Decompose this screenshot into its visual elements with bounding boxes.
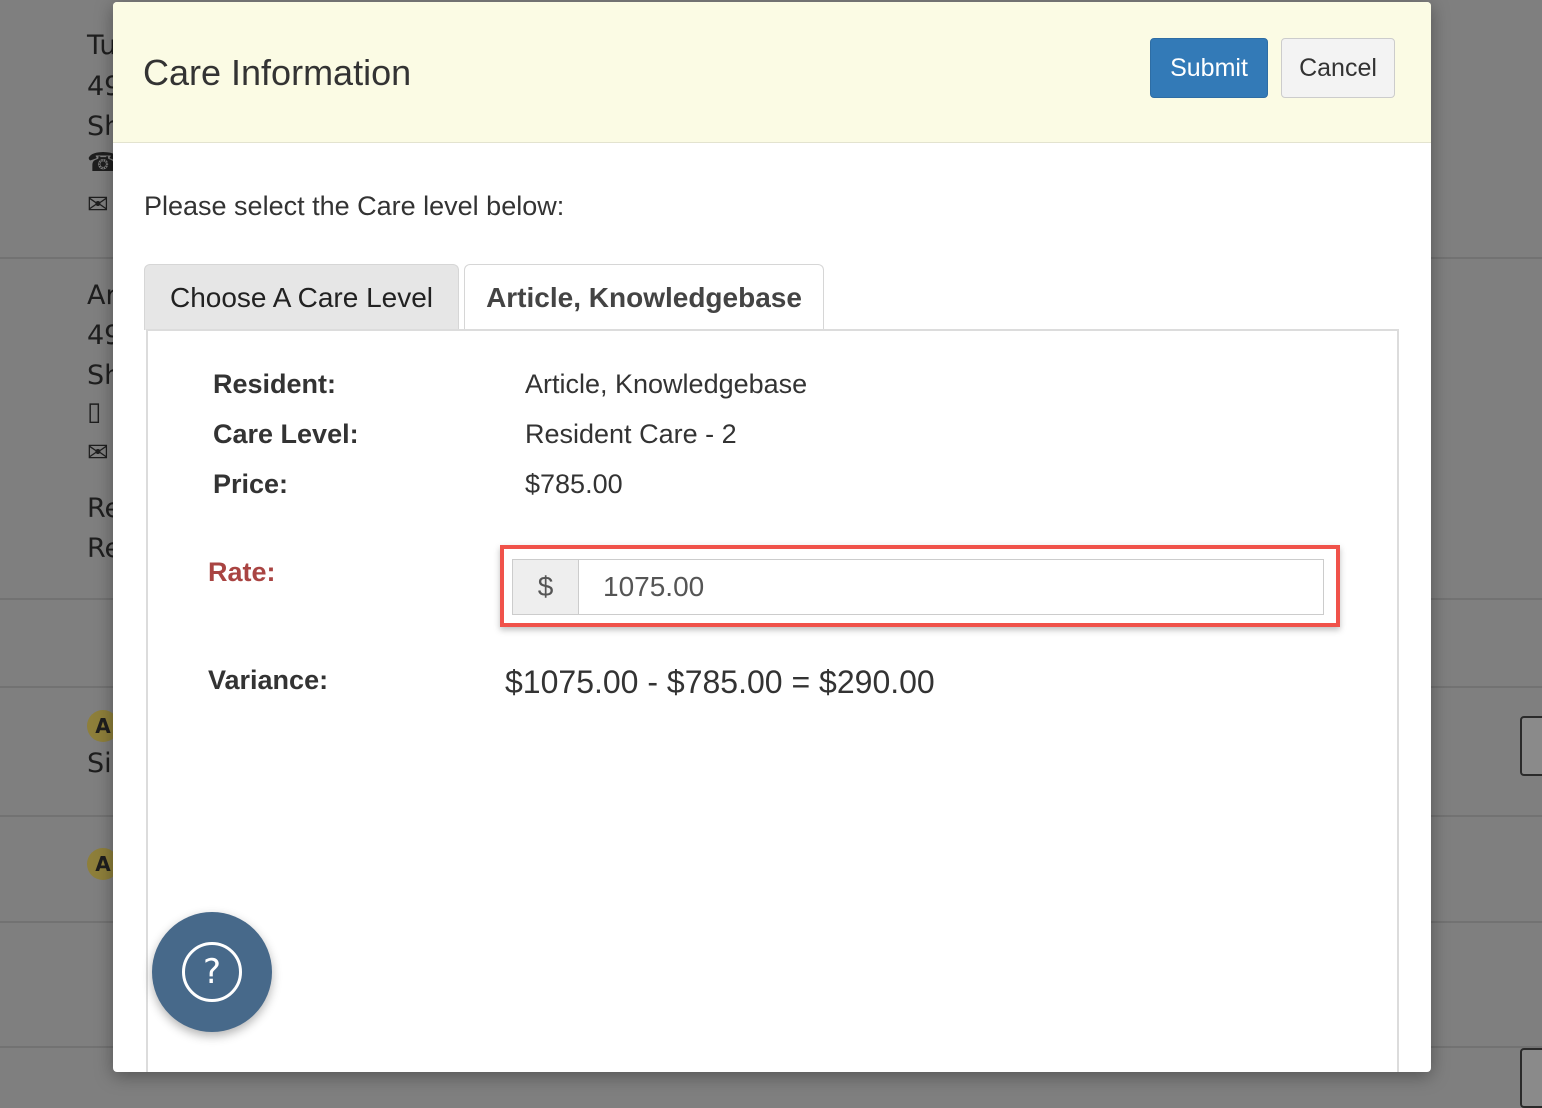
envelope-icon: ✉ xyxy=(87,190,109,220)
modal-header: Care Information Submit Cancel xyxy=(113,2,1431,143)
care-information-modal: Care Information Submit Cancel Please se… xyxy=(113,2,1431,1072)
question-icon: ? xyxy=(182,942,242,1002)
intro-text: Please select the Care level below: xyxy=(144,191,565,221)
cancel-button[interactable]: Cancel xyxy=(1281,38,1395,98)
rate-input-highlight: $ xyxy=(500,545,1340,627)
mobile-icon: ▯ xyxy=(87,397,102,427)
envelope-icon: ✉ xyxy=(87,438,109,468)
care-level-label: Care Level: xyxy=(213,419,359,449)
resident-value: Article, Knowledgebase xyxy=(525,369,808,399)
tab-resident[interactable]: Article, Knowledgebase xyxy=(464,264,824,332)
help-button[interactable]: ? xyxy=(152,912,272,1032)
currency-addon: $ xyxy=(512,559,578,615)
resident-label: Resident: xyxy=(213,369,337,399)
tab-choose-care-level[interactable]: Choose A Care Level xyxy=(144,264,459,330)
price-label: Price: xyxy=(213,469,289,499)
care-level-value: Resident Care - 2 xyxy=(525,419,737,449)
rate-input[interactable] xyxy=(578,559,1324,615)
rate-label: Rate: xyxy=(208,557,276,587)
variance-value: $1075.00 - $785.00 = $290.00 xyxy=(505,664,935,700)
background-text: Si xyxy=(87,748,112,779)
background-button xyxy=(1520,716,1542,776)
price-value: $785.00 xyxy=(525,469,623,499)
submit-button[interactable]: Submit xyxy=(1150,38,1268,98)
modal-title: Care Information xyxy=(143,52,412,93)
background-button xyxy=(1520,1048,1542,1108)
variance-label: Variance: xyxy=(208,665,329,695)
